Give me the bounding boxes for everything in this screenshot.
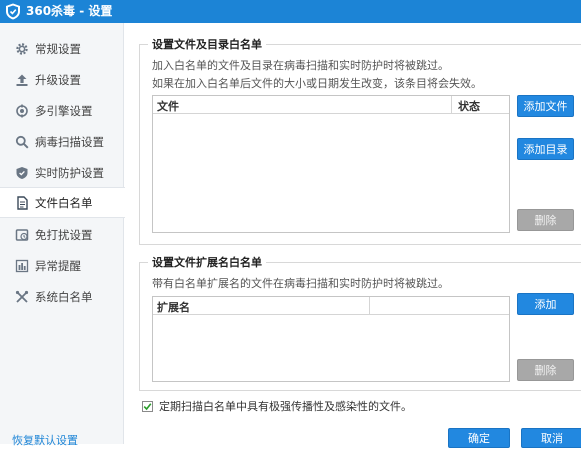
sidebar-item-anomaly-alert[interactable]: 异常提醒 [0,250,124,281]
do-not-disturb-icon [15,228,29,242]
engine-icon [15,104,29,118]
extension-whitelist-list[interactable]: 扩展名 [152,296,510,382]
group-title: 设置文件及目录白名单 [148,37,266,52]
sidebar-item-label: 系统白名单 [35,289,93,304]
document-icon [15,195,29,210]
column-divider [451,96,452,113]
sidebar-item-label: 文件白名单 [35,195,93,210]
description: 带有白名单扩展名的文件在病毒扫描和实时防护时将被跳过。 [152,277,449,290]
add-directory-button[interactable]: 添加目录 [517,138,574,160]
column-header-status[interactable]: 状态 [458,98,480,114]
search-icon [15,135,29,149]
column-divider [369,297,370,314]
periodic-scan-option[interactable]: 定期扫描白名单中具有极强传播性及感染性的文件。 [142,399,412,413]
periodic-scan-label: 定期扫描白名单中具有极强传播性及感染性的文件。 [159,400,412,413]
shield-logo-icon [5,3,21,20]
list-header: 扩展名 [153,297,509,315]
column-header-extension[interactable]: 扩展名 [157,299,190,315]
sidebar-item-label: 常规设置 [35,41,81,56]
gear-icon [15,42,29,56]
sidebar-item-file-whitelist[interactable]: 文件白名单 [0,187,125,218]
file-whitelist-list[interactable]: 文件 状态 [152,95,510,233]
sidebar-item-do-not-disturb[interactable]: 免打扰设置 [0,219,124,250]
sidebar-item-virus-scan[interactable]: 病毒扫描设置 [0,126,124,157]
upgrade-arrow-icon [15,73,29,87]
sidebar-item-label: 免打扰设置 [35,227,93,242]
description: 如果在加入白名单后文件的大小或日期发生改变，该条目将会失效。 [152,77,482,90]
sidebar-item-label: 病毒扫描设置 [35,134,104,149]
add-extension-button[interactable]: 添加 [517,293,574,315]
sidebar-item-label: 异常提醒 [35,258,81,273]
file-whitelist-group: 设置文件及目录白名单 加入白名单的文件及目录在病毒扫描和实时防护时将被跳过。 如… [139,37,581,245]
window-title: 360杀毒 - 设置 [26,4,113,18]
description: 加入白名单的文件及目录在病毒扫描和实时防护时将被跳过。 [152,59,449,72]
column-header-file[interactable]: 文件 [157,98,179,114]
list-header: 文件 状态 [153,96,509,114]
sidebar-item-multi-engine[interactable]: 多引擎设置 [0,95,124,126]
extension-whitelist-group: 设置文件扩展名白名单 带有白名单扩展名的文件在病毒扫描和实时防护时将被跳过。 扩… [139,255,581,391]
periodic-scan-checkbox[interactable] [142,400,153,412]
tools-icon [15,290,29,304]
bar-chart-icon [15,259,29,273]
ok-button[interactable]: 确定 [448,428,510,448]
sidebar-item-upgrade[interactable]: 升级设置 [0,64,124,95]
sidebar-item-system-whitelist[interactable]: 系统白名单 [0,281,124,312]
shield-icon [15,166,29,180]
delete-file-button[interactable]: 删除 [517,209,574,231]
sidebar-item-label: 多引擎设置 [35,103,93,118]
cancel-button[interactable]: 取消 [521,428,581,448]
sidebar-item-label: 实时防护设置 [35,165,104,180]
checkmark-icon [143,402,152,410]
restore-defaults-link[interactable]: 恢复默认设置 [12,432,78,448]
add-file-button[interactable]: 添加文件 [517,95,574,117]
delete-extension-button[interactable]: 删除 [517,359,574,381]
sidebar-item-general[interactable]: 常规设置 [0,33,124,64]
sidebar-item-realtime-protection[interactable]: 实时防护设置 [0,157,124,188]
sidebar: 常规设置 升级设置 多引擎设置 病毒扫描设置 实时防护设置 文件白名单 免打扰设… [0,23,125,444]
sidebar-item-label: 升级设置 [35,72,81,87]
group-title: 设置文件扩展名白名单 [148,255,266,270]
title-bar: 360杀毒 - 设置 [0,0,581,23]
